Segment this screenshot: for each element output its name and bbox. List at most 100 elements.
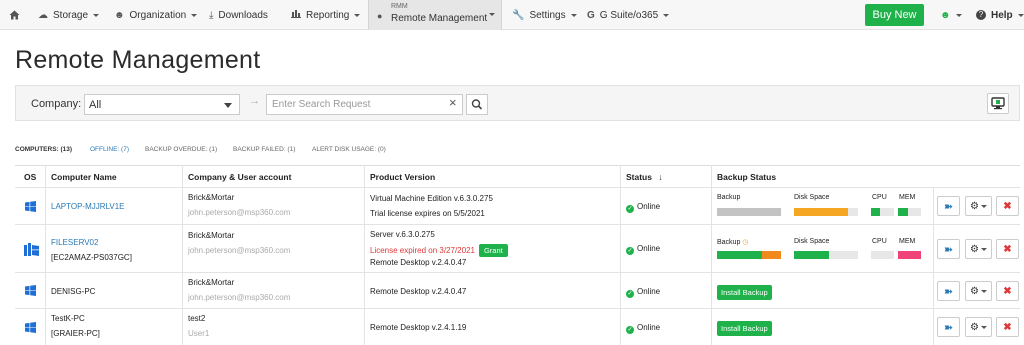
product-version: Virtual Machine Edition v.6.3.0.275 — [370, 194, 493, 203]
company-select[interactable]: All — [84, 94, 240, 115]
status-text: Online — [637, 202, 661, 211]
delete-button[interactable]: ✖ — [996, 239, 1019, 259]
windows-icon — [25, 201, 36, 214]
google-icon: G — [587, 9, 595, 21]
computer-name-link[interactable]: FILESERV02 — [51, 238, 98, 247]
computer-name[interactable]: DENISG-PC — [51, 287, 95, 296]
table-row[interactable]: DENISG-PC Brick&Mortar john.peterson@msp… — [15, 272, 1020, 308]
arrow-right-icon: → — [249, 95, 260, 107]
plug-icon: ➽ — [943, 321, 954, 334]
product-version: Remote Desktop v.2.4.0.47 — [370, 287, 467, 296]
col-company[interactable]: Company & User account — [188, 172, 291, 182]
nav-storage-label: Storage — [53, 9, 89, 21]
col-status[interactable]: Status ↓ — [626, 172, 663, 182]
filter-bar: Company: All → Enter Search Request × — [15, 85, 1020, 121]
clear-icon[interactable]: × — [449, 95, 457, 110]
table-row[interactable]: TestK-PC [GRAIER-PC] test2 User1 Remote … — [15, 308, 1020, 345]
close-icon: ✖ — [1003, 321, 1012, 333]
status-text: Online — [637, 287, 661, 296]
plug-icon: ➽ — [943, 243, 954, 256]
stat-alert-disk[interactable]: ALERT DISK USAGE: (0) — [312, 146, 386, 153]
chevron-down-icon — [489, 13, 495, 16]
stat-backup-overdue[interactable]: BACKUP OVERDUE: (1) — [145, 146, 217, 153]
settings-button[interactable]: ⚙ — [965, 239, 992, 259]
help-label: Help — [991, 9, 1013, 21]
remote-connect-button[interactable] — [987, 93, 1009, 114]
column-divider — [711, 165, 712, 345]
connect-button[interactable]: ➽ — [937, 281, 960, 301]
install-backup-button[interactable]: Install Backup — [717, 321, 772, 336]
nav-reporting[interactable]: Reporting — [291, 0, 361, 30]
computers-table — [15, 165, 1020, 166]
nav-storage[interactable]: ☁ Storage — [38, 0, 100, 30]
col-status-label: Status — [626, 172, 652, 182]
column-divider — [45, 165, 46, 345]
gear-icon: ⚙ — [970, 200, 979, 212]
computer-name[interactable]: TestK-PC — [51, 314, 85, 323]
delete-button[interactable]: ✖ — [996, 281, 1019, 301]
help-menu[interactable]: ? Help — [976, 0, 1024, 30]
cloud-icon: ☁ — [38, 9, 48, 21]
nav-settings-label: Settings — [529, 9, 566, 21]
user-account: User1 — [188, 329, 210, 338]
company-label: Company: — [31, 98, 82, 110]
nav-gsuite[interactable]: G G Suite/o365 — [587, 0, 670, 30]
globe-icon: ● — [377, 11, 383, 21]
mem-bar — [898, 251, 921, 259]
stat-offline[interactable]: OFFLINE: (7) — [90, 146, 129, 153]
company-name: test2 — [188, 314, 206, 323]
col-os: OS — [24, 172, 37, 182]
settings-button[interactable]: ⚙ — [965, 317, 992, 337]
search-input[interactable]: Enter Search Request — [266, 94, 463, 115]
nav-downloads-label: Downloads — [218, 9, 268, 21]
search-icon — [471, 99, 483, 110]
status-text: Online — [637, 244, 661, 253]
warning-clock-icon: ◷ — [742, 239, 749, 246]
chevron-down-icon — [570, 13, 577, 17]
status-online: ✓ Online — [626, 244, 660, 255]
windows-icon — [25, 285, 36, 298]
stat-computers[interactable]: COMPUTERS: (13) — [15, 146, 72, 153]
monitor-icon — [991, 97, 1005, 110]
grant-button[interactable]: Grant — [478, 244, 508, 257]
home-icon[interactable] — [9, 0, 20, 30]
user-menu[interactable]: ☻ — [940, 0, 962, 30]
connect-button[interactable]: ➽ — [937, 196, 960, 216]
buy-new-button[interactable]: Buy New — [865, 4, 924, 26]
table-row[interactable]: LAPTOP-MJJRLV1E Brick&Mortar john.peters… — [15, 187, 1020, 224]
settings-button[interactable]: ⚙ — [965, 281, 992, 301]
chevron-down-icon — [1017, 13, 1024, 17]
status-text: Online — [637, 323, 661, 332]
connect-button[interactable]: ➽ — [937, 239, 960, 259]
connect-button[interactable]: ➽ — [937, 317, 960, 337]
nav-organization[interactable]: ☻ Organization — [114, 0, 198, 30]
chevron-down-icon — [93, 13, 100, 17]
chevron-down-icon — [224, 103, 232, 108]
company-name: Brick&Mortar — [188, 231, 235, 240]
backup-bar — [717, 208, 781, 216]
gear-icon: ⚙ — [970, 285, 979, 297]
table-row[interactable]: FILESERV02 [EC2AMAZ-PS037GC] Brick&Morta… — [15, 224, 1020, 272]
stat-backup-failed[interactable]: BACKUP FAILED: (1) — [233, 146, 295, 153]
nav-organization-label: Organization — [129, 9, 187, 21]
col-product-version[interactable]: Product Version — [370, 172, 435, 182]
nav-rmm-abbr: RMM — [391, 3, 408, 10]
sort-down-icon: ↓ — [658, 172, 663, 182]
server-icon — [24, 243, 39, 258]
license-info: License expired on 3/27/2021 Grant — [370, 244, 508, 257]
col-computer-name[interactable]: Computer Name — [51, 172, 117, 182]
remote-desktop-version: Remote Desktop v.2.4.0.47 — [370, 258, 467, 267]
chevron-down-icon — [980, 204, 987, 208]
delete-button[interactable]: ✖ — [996, 196, 1019, 216]
delete-button[interactable]: ✖ — [996, 317, 1019, 337]
computer-name-link[interactable]: LAPTOP-MJJRLV1E — [51, 202, 125, 211]
backup-label: Backup — [717, 194, 741, 201]
column-divider — [364, 165, 365, 345]
install-backup-button[interactable]: Install Backup — [717, 285, 772, 300]
mem-label: MEM — [899, 238, 916, 245]
nav-remote-management[interactable]: ● RMM Remote Management — [368, 0, 502, 30]
search-button[interactable] — [466, 94, 488, 115]
settings-button[interactable]: ⚙ — [965, 196, 992, 216]
nav-downloads[interactable]: ⤓ Downloads — [209, 0, 268, 30]
nav-settings[interactable]: 🔧 Settings — [512, 0, 577, 30]
